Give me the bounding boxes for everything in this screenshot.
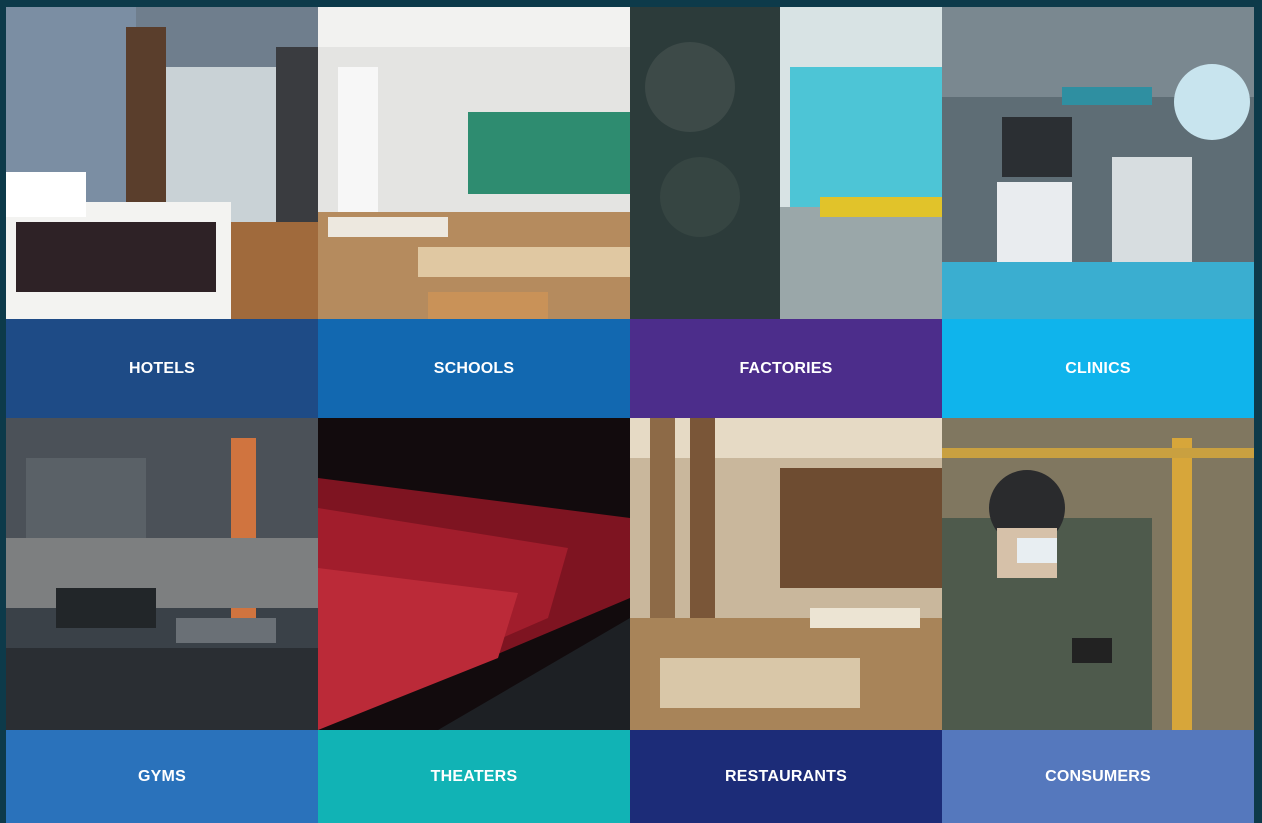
- gyms-label[interactable]: GYMS: [6, 730, 318, 823]
- schools-label[interactable]: SCHOOLS: [318, 319, 630, 418]
- theater-image: [318, 418, 630, 730]
- hotel-room-image: [6, 7, 318, 319]
- theaters-photo[interactable]: [318, 418, 630, 730]
- hotels-label[interactable]: HOTELS: [6, 319, 318, 418]
- factories-label[interactable]: FACTORIES: [630, 319, 942, 418]
- clinics-label[interactable]: CLINICS: [942, 319, 1254, 418]
- restaurants-photo[interactable]: [630, 418, 942, 730]
- restaurants-label[interactable]: RESTAURANTS: [630, 730, 942, 823]
- gym-image: [6, 418, 318, 730]
- gyms-photo[interactable]: [6, 418, 318, 730]
- clinics-photo[interactable]: [942, 7, 1254, 319]
- sector-grid: HOTELS SCHOOLS FACTORIES CLINICS GYMS TH…: [6, 7, 1254, 823]
- theaters-label[interactable]: THEATERS: [318, 730, 630, 823]
- classroom-image: [318, 7, 630, 319]
- hotels-photo[interactable]: [6, 7, 318, 319]
- schools-photo[interactable]: [318, 7, 630, 319]
- factories-photo[interactable]: [630, 7, 942, 319]
- consumers-label[interactable]: CONSUMERS: [942, 730, 1254, 823]
- consumer-image: [942, 418, 1254, 730]
- clinic-image: [942, 7, 1254, 319]
- restaurant-image: [630, 418, 942, 730]
- factory-image: [630, 7, 942, 319]
- consumers-photo[interactable]: [942, 418, 1254, 730]
